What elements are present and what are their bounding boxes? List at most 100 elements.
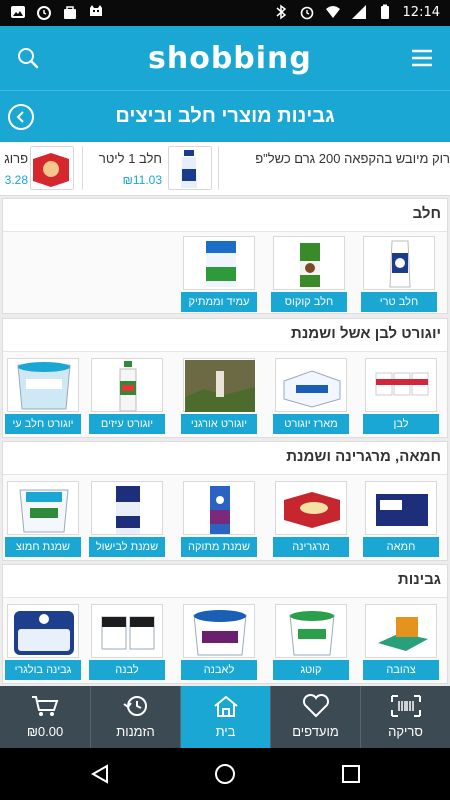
product-row: צהובה קוטג לאבנה לבנה גבינה בולגרי [3, 597, 447, 683]
page-title: גבינות מוצרי חלב וביצים [115, 105, 335, 127]
product-card[interactable]: יוגורט חלב עי [5, 358, 81, 434]
section-title[interactable]: יוגורט לבן אשל ושמנת [291, 325, 441, 342]
product-label: לבנה [89, 660, 165, 680]
tab-orders[interactable]: הזמנות [90, 686, 180, 748]
labane-pack-image [91, 604, 163, 658]
triangle-back-icon [90, 764, 108, 784]
product-card[interactable]: מארז יוגורט [273, 358, 349, 434]
alarm-notification-icon [37, 6, 51, 20]
bottom-tab-bar: סריקה מועדפים בית הזמנות ₪0.00 [0, 686, 450, 748]
category-section-butter: חמאה, מרגרינה ושמנת חמאה מרגרינה שמנת מת… [2, 441, 448, 561]
tab-label: מועדפים [292, 724, 339, 739]
chevron-left-icon [16, 111, 24, 123]
app-header: shobbing [0, 26, 450, 90]
product-card[interactable]: שמנת לבישול [89, 481, 165, 557]
category-section-milk: חלב חלב טרי חלב קוקוס עמיד וממתיק [2, 198, 448, 314]
photo-icon [11, 6, 25, 18]
promo-item-name: רוק מיובש בהקפאה 200 גרם כשל"פ [255, 151, 450, 166]
promo-strip[interactable]: רוק מיובש בהקפאה 200 גרם כשל"פ חלב 1 ליט… [0, 142, 450, 196]
margarine-image [275, 481, 347, 535]
product-card[interactable]: לבן [363, 358, 439, 434]
product-label: לבן [363, 414, 439, 434]
tab-label: הזמנות [116, 724, 155, 739]
product-label: שמנת חמוצ [5, 537, 81, 557]
product-label: שמנת לבישול [89, 537, 165, 557]
leben-cups-image [365, 358, 437, 412]
home-icon [213, 695, 238, 717]
product-card[interactable]: גבינה בולגרי [5, 604, 81, 680]
product-label: לאבנה [181, 660, 257, 680]
product-card[interactable]: חלב קוקוס [271, 236, 347, 312]
circle-home-icon [215, 764, 235, 784]
product-card[interactable]: קוטג [273, 604, 349, 680]
product-row: חלב טרי חלב קוקוס עמיד וממתיק [3, 231, 447, 313]
product-card[interactable]: שמנת מתוקה [181, 481, 257, 557]
product-label: מארז יוגורט [273, 414, 349, 434]
square-recents-icon [342, 765, 360, 783]
product-card[interactable]: יוגורט עיזים [89, 358, 165, 434]
section-title[interactable]: חמאה, מרגרינה ושמנת [286, 448, 441, 465]
cooking-cream-image [91, 481, 163, 535]
product-label: חמאה [363, 537, 439, 557]
cottage-cheese-image [275, 604, 347, 658]
back-nav-button[interactable] [86, 760, 114, 788]
search-icon [18, 48, 39, 69]
tab-home[interactable]: בית [180, 686, 270, 748]
product-box-image [30, 146, 74, 190]
bag-notification-icon [64, 6, 76, 19]
product-card[interactable]: חלב טרי [361, 236, 437, 312]
tab-label: סריקה [388, 724, 423, 739]
promo-item[interactable]: פרוג 3.28 [0, 146, 78, 192]
heart-icon [302, 694, 329, 718]
hamburger-icon [412, 49, 432, 67]
product-card[interactable]: מרגרינה [273, 481, 349, 557]
product-card[interactable]: חמאה [363, 481, 439, 557]
organic-yogurt-image [183, 358, 255, 412]
home-nav-button[interactable] [211, 760, 239, 788]
product-label: עמיד וממתיק [181, 292, 257, 312]
back-button[interactable] [8, 104, 34, 130]
promo-item-name: חלב 1 ליטר [98, 151, 162, 166]
recents-nav-button[interactable] [337, 760, 365, 788]
tab-cart[interactable]: ₪0.00 [0, 686, 90, 748]
milk-carton-image [363, 236, 435, 290]
bluetooth-icon [276, 4, 286, 20]
tab-favorites[interactable]: מועדפים [270, 686, 360, 748]
category-section-yogurt: יוגורט לבן אשל ושמנת לבן מארז יוגורט יוג… [2, 318, 448, 438]
system-nav-bar [0, 748, 450, 800]
product-card[interactable]: יוגורט אורגני [181, 358, 257, 434]
product-card[interactable]: צהובה [363, 604, 439, 680]
product-card[interactable]: לבנה [89, 604, 165, 680]
search-button[interactable] [12, 42, 44, 74]
goat-yogurt-bottle-image [91, 358, 163, 412]
product-label: קוטג [273, 660, 349, 680]
product-label: צהובה [363, 660, 439, 680]
clock: 12:14 [402, 4, 440, 20]
sour-cream-image [7, 481, 79, 535]
cat-notification-icon [90, 5, 102, 16]
signal-icon [351, 5, 366, 19]
promo-item-name: פרוג [4, 151, 28, 166]
history-icon [122, 696, 147, 716]
yellow-cheese-image [365, 604, 437, 658]
coconut-milk-image [273, 236, 345, 290]
yogurt-pack-image [275, 358, 347, 412]
menu-button[interactable] [406, 42, 438, 74]
divider [218, 146, 219, 190]
product-label: מרגרינה [273, 537, 349, 557]
section-title[interactable]: חלב [413, 205, 441, 222]
product-card[interactable]: לאבנה [181, 604, 257, 680]
category-section-cheese: גבינות צהובה קוטג לאבנה לבנה גבינה בולגר… [2, 564, 448, 684]
status-bar: 12:14 [0, 0, 450, 26]
product-card[interactable]: עמיד וממתיק [181, 236, 257, 312]
product-row: חמאה מרגרינה שמנת מתוקה שמנת לבישול שמנת… [3, 474, 447, 560]
tab-scan[interactable]: סריקה [360, 686, 450, 748]
product-row: לבן מארז יוגורט יוגורט אורגני יוגורט עיז… [3, 351, 447, 437]
promo-item[interactable]: רוק מיובש בהקפאה 200 גרם כשל"פ [222, 146, 450, 192]
product-label: חלב טרי [361, 292, 437, 312]
product-card[interactable]: שמנת חמוצ [5, 481, 81, 557]
promo-item[interactable]: חלב 1 ליטר ₪11.03 [86, 146, 214, 192]
section-title[interactable]: גבינות [398, 571, 441, 588]
product-label: יוגורט אורגני [181, 414, 257, 434]
bulgarian-cheese-image [7, 604, 79, 658]
